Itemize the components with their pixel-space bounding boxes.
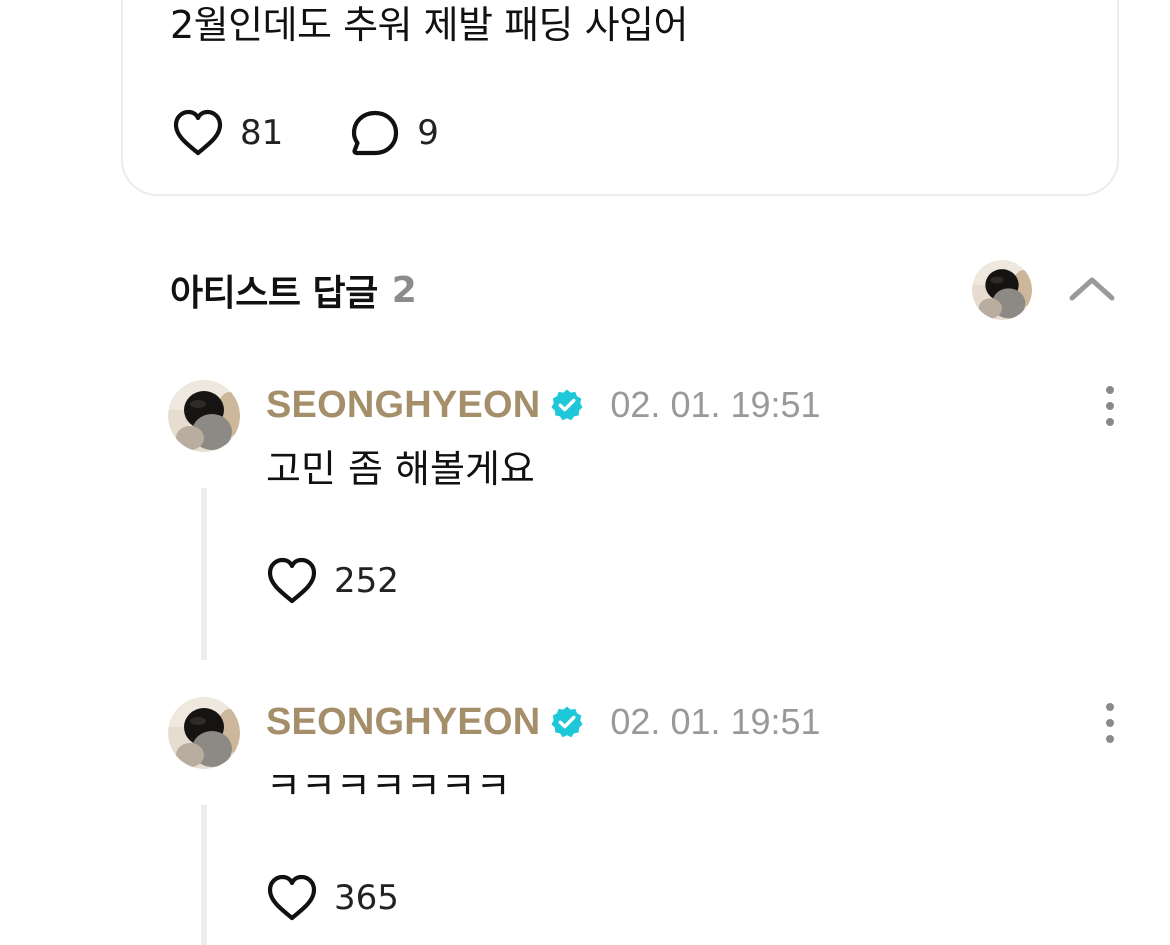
thread-line bbox=[201, 805, 207, 945]
more-vertical-icon[interactable] bbox=[1092, 701, 1128, 745]
reply-author-name[interactable]: SEONGHYEON bbox=[266, 384, 540, 427]
heart-outline-icon[interactable] bbox=[266, 873, 318, 923]
reply-author-name[interactable]: SEONGHYEON bbox=[266, 701, 540, 744]
post-comment-button[interactable]: 9 bbox=[349, 108, 439, 158]
post-like-button[interactable]: 81 bbox=[172, 108, 283, 158]
more-vertical-icon[interactable] bbox=[1092, 384, 1128, 428]
reply-like-count: 252 bbox=[334, 561, 399, 601]
reply-header: SEONGHYEON 02. 01. 19:51 bbox=[266, 697, 821, 747]
chevron-up-icon[interactable] bbox=[1064, 262, 1120, 318]
verified-badge-icon bbox=[550, 705, 584, 739]
artist-replies-count: 2 bbox=[391, 269, 417, 311]
heart-outline-icon[interactable] bbox=[266, 556, 318, 606]
reply-timestamp: 02. 01. 19:51 bbox=[610, 384, 821, 425]
reply-like-button[interactable]: 365 bbox=[266, 873, 399, 923]
reply-author-avatar[interactable] bbox=[168, 380, 240, 452]
reply-text: ㅋㅋㅋㅋㅋㅋㅋ bbox=[266, 764, 511, 808]
reply-timestamp: 02. 01. 19:51 bbox=[610, 701, 821, 742]
verified-badge-icon bbox=[550, 388, 584, 422]
post-text: 2월인데도 추워 제발 패딩 사입어 bbox=[170, 3, 688, 47]
post-actions: 81 9 bbox=[172, 108, 439, 158]
reply-author-avatar[interactable] bbox=[168, 697, 240, 769]
reply-like-count: 365 bbox=[334, 878, 399, 918]
thread-line bbox=[201, 488, 207, 660]
post-like-count: 81 bbox=[240, 113, 284, 153]
reply-like-button[interactable]: 252 bbox=[266, 556, 399, 606]
heart-outline-icon[interactable] bbox=[172, 108, 224, 158]
speech-bubble-icon[interactable] bbox=[349, 108, 401, 158]
reply-header: SEONGHYEON 02. 01. 19:51 bbox=[266, 380, 821, 430]
artist-replies-header: 아티스트 답글 2 bbox=[170, 262, 417, 318]
reply-text: 고민 좀 해볼게요 bbox=[266, 447, 535, 491]
post-comment-count: 9 bbox=[417, 113, 439, 153]
artist-avatar[interactable] bbox=[972, 260, 1032, 320]
artist-replies-title: 아티스트 답글 bbox=[170, 273, 378, 314]
